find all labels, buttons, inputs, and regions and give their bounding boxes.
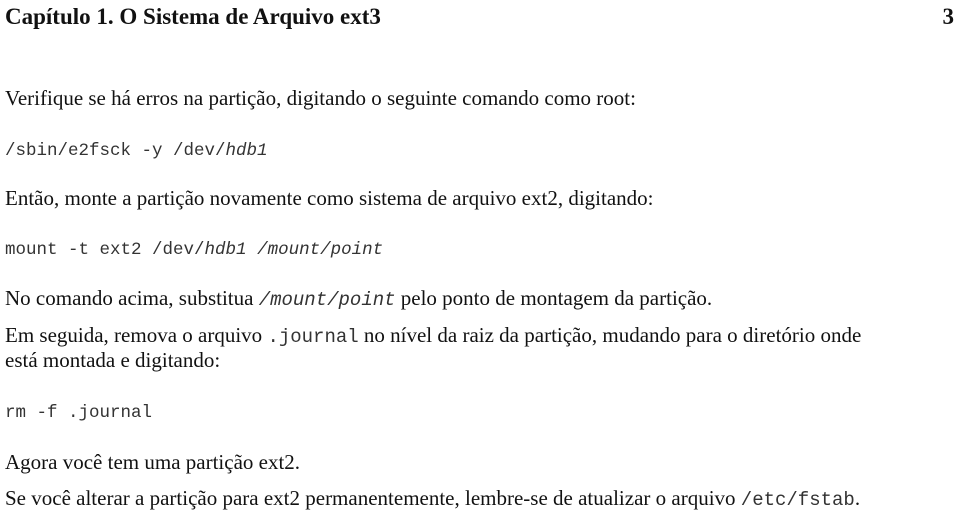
mount-point: /mount/point [257, 240, 384, 260]
paragraph-now-ext2: Agora você tem uma partição ext2. [5, 450, 301, 474]
paragraph-remove-journal-cont: está montada e digitando: [5, 348, 221, 372]
paragraph-remove-journal: Em seguida, remova o arquivo .journal no… [5, 323, 861, 348]
separator [247, 240, 258, 260]
chapter-title: Capítulo 1. O Sistema de Arquivo ext3 [5, 4, 381, 29]
device-name: hdb1 [204, 240, 247, 260]
command-e2fsck: /sbin/e2fsck -y /dev/hdb1 [5, 141, 268, 161]
paragraph-check-errors: Verifique se há erros na partição, digit… [5, 86, 636, 110]
paragraph-update-fstab: Se você alterar a partição para ext2 per… [5, 486, 860, 511]
text: pelo ponto de montagem da partição. [395, 286, 713, 310]
text: Se você alterar a partição para ext2 per… [5, 486, 741, 510]
command-rm: rm -f .journal [5, 403, 153, 423]
text: Em seguida, remova o arquivo [5, 323, 268, 347]
text: . [854, 486, 861, 510]
paragraph-substitute: No comando acima, substitua /mount/point… [5, 286, 712, 311]
text: No comando acima, substitua [5, 286, 259, 310]
inline-code: /mount/point [258, 289, 396, 311]
device-name: hdb1 [225, 141, 268, 161]
command-mount: mount -t ext2 /dev/hdb1 /mount/point [5, 240, 383, 260]
page-number: 3 [942, 4, 955, 29]
paragraph-remount: Então, monte a partição novamente como s… [5, 186, 654, 210]
text: no nível da raiz da partição, mudando pa… [358, 323, 862, 347]
inline-code: /etc/fstab [740, 489, 855, 511]
command-text: /sbin/e2fsck -y /dev/ [5, 141, 226, 161]
inline-code: .journal [267, 326, 359, 348]
command-text: mount -t ext2 /dev/ [5, 240, 205, 260]
